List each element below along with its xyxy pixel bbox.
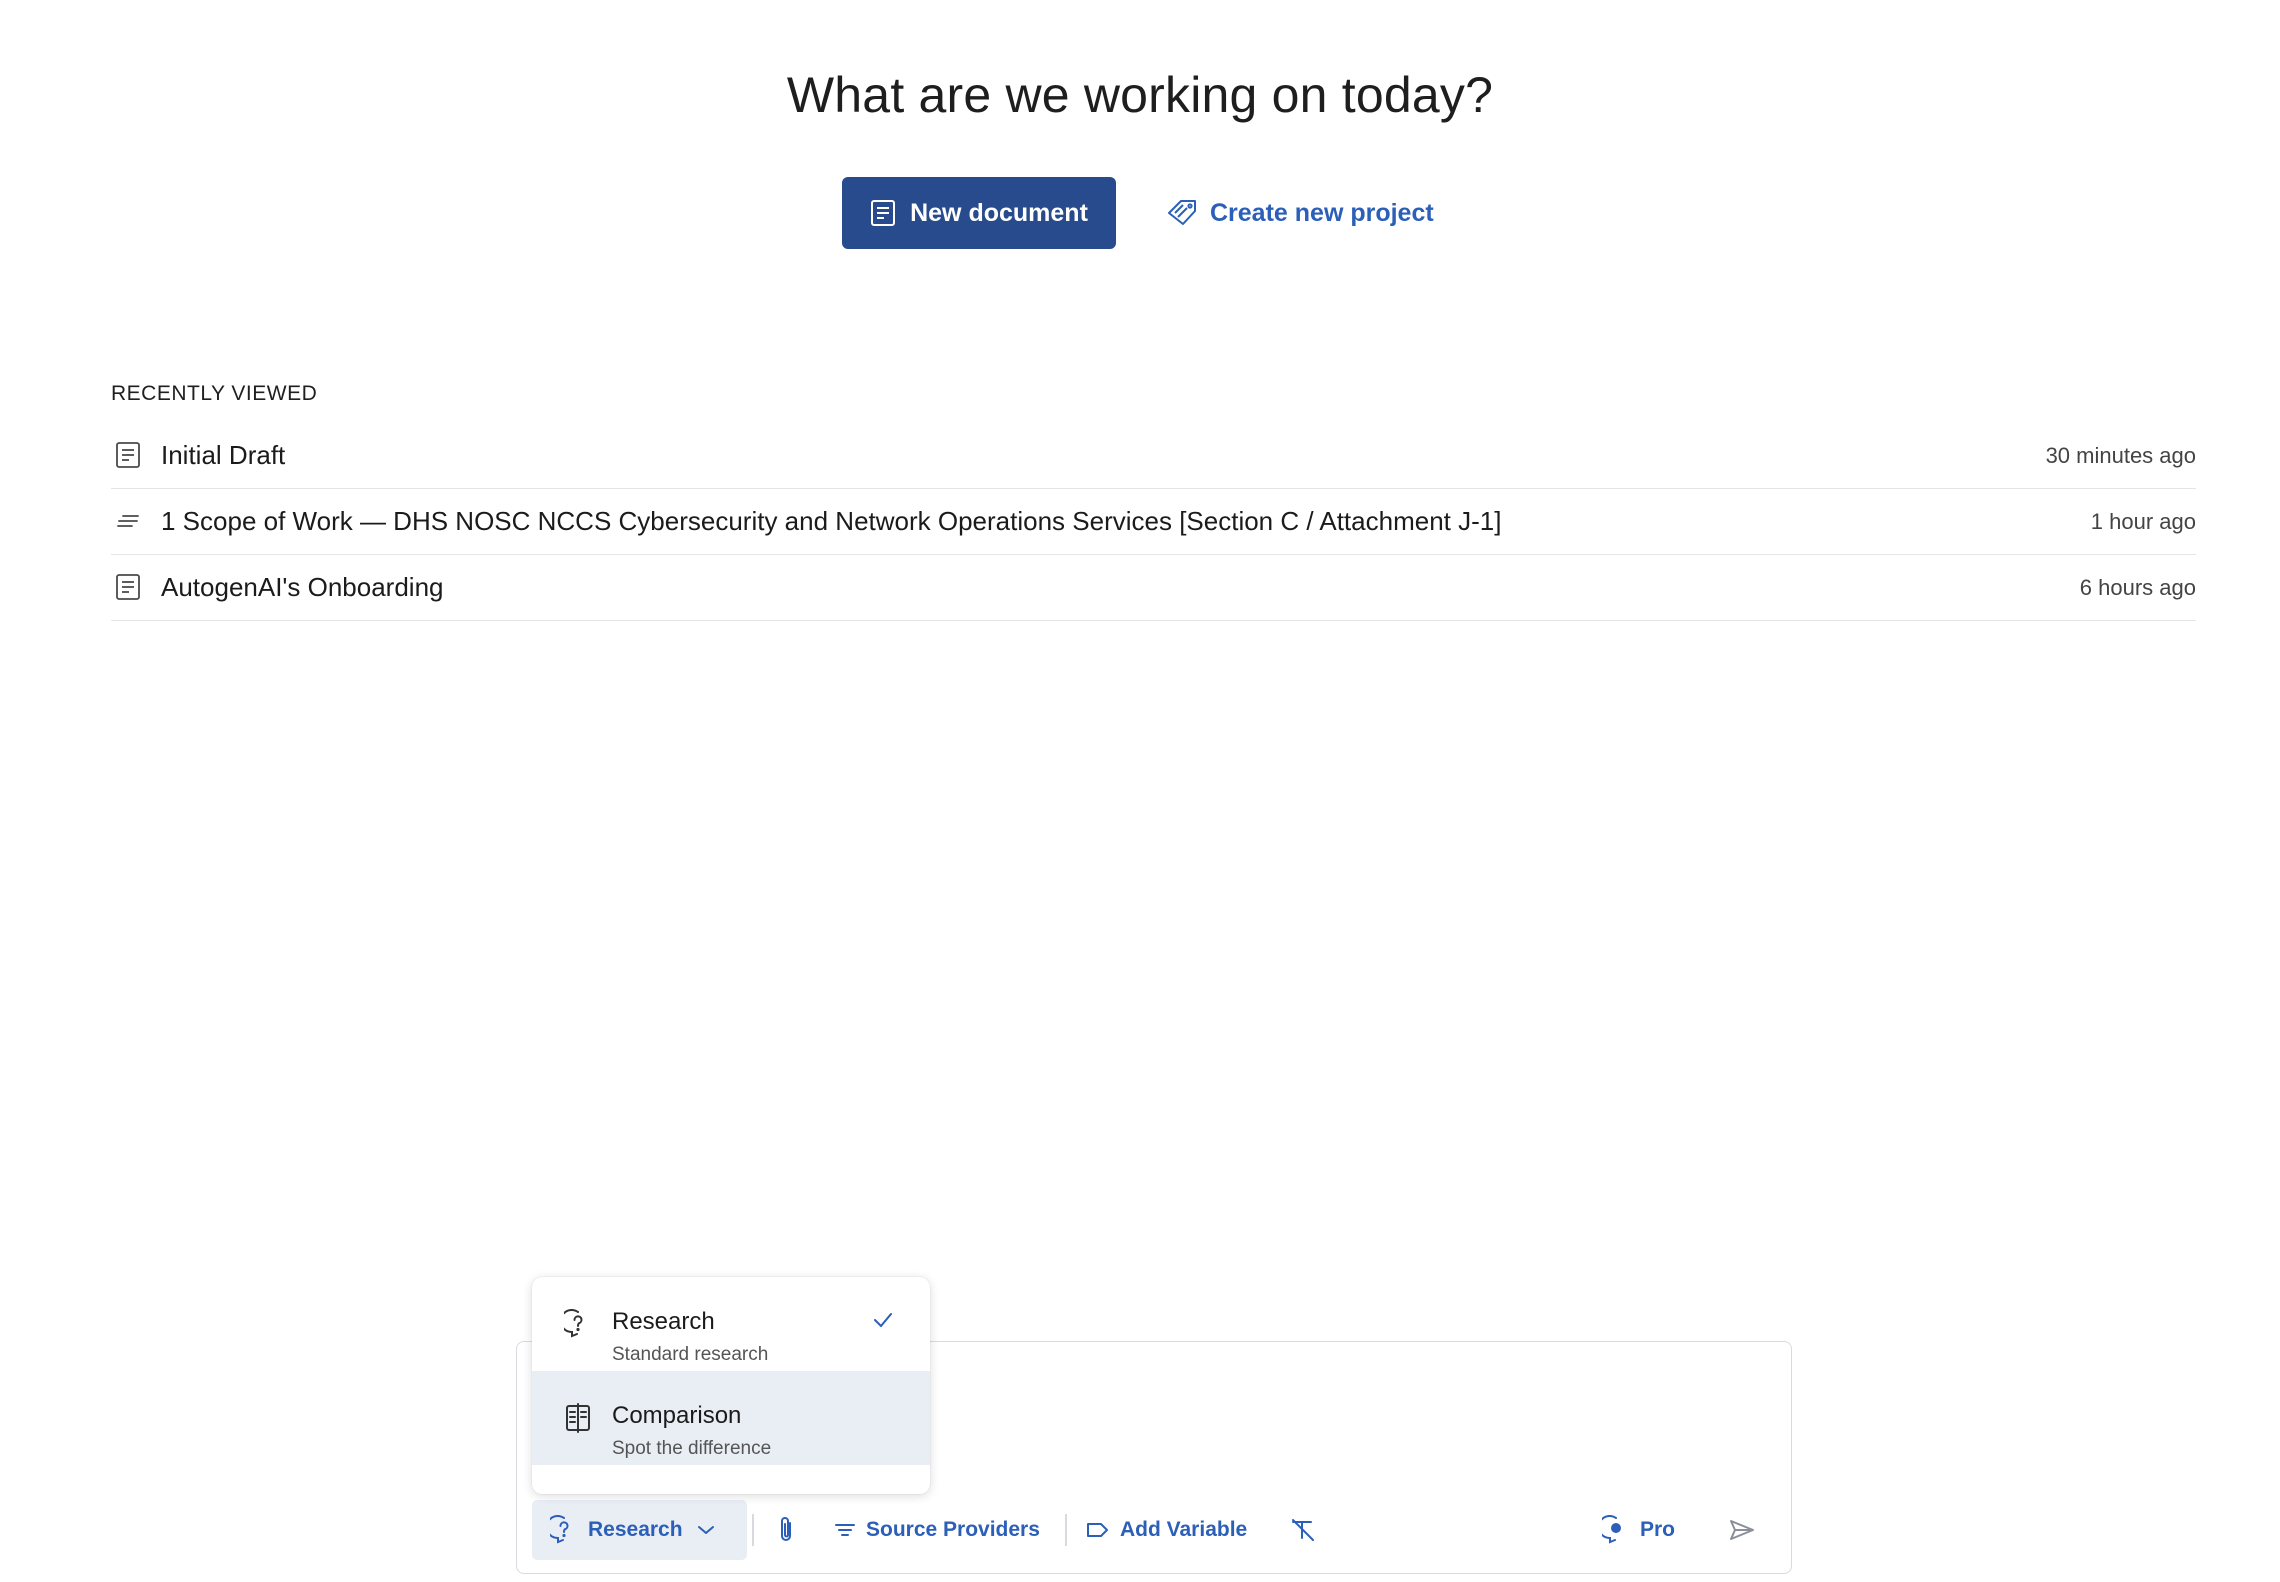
text-lines-icon xyxy=(115,507,145,537)
recent-item-time: 6 hours ago xyxy=(2079,574,2196,600)
research-question-icon xyxy=(550,1515,578,1545)
chevron-down-icon xyxy=(697,1524,715,1536)
filter-icon xyxy=(834,1520,856,1540)
document-icon xyxy=(115,573,145,603)
new-document-label: New document xyxy=(910,198,1088,227)
menu-option-research[interactable]: Research Standard research xyxy=(532,1277,930,1371)
add-variable-button[interactable]: Add Variable xyxy=(1086,1500,1247,1560)
menu-option-label: Research xyxy=(612,1308,715,1335)
pro-label: Pro xyxy=(1640,1518,1676,1541)
checkmark-icon xyxy=(872,1311,894,1329)
paperclip-icon xyxy=(776,1515,796,1545)
recent-item[interactable]: Initial Draft 30 minutes ago xyxy=(111,423,2196,489)
create-project-label: Create new project xyxy=(1210,198,1434,227)
send-button[interactable] xyxy=(1728,1500,1756,1560)
add-variable-label: Add Variable xyxy=(1120,1518,1248,1541)
new-document-button[interactable]: New document xyxy=(842,177,1116,249)
pro-mode-button[interactable]: Pro xyxy=(1602,1500,1675,1560)
recent-list: Initial Draft 30 minutes ago 1 Scope of … xyxy=(111,423,2196,621)
toolbar-divider xyxy=(1065,1514,1067,1546)
document-icon xyxy=(115,441,145,471)
menu-option-comparison[interactable]: Comparison Spot the difference xyxy=(532,1371,930,1465)
recent-item[interactable]: AutogenAI's Onboarding 6 hours ago xyxy=(111,555,2196,621)
source-providers-label: Source Providers xyxy=(866,1518,1040,1541)
attach-button[interactable] xyxy=(776,1500,796,1560)
mode-dropdown-menu: Research Standard research Comparison Sp… xyxy=(532,1277,930,1494)
page-title: What are we working on today? xyxy=(786,67,1494,123)
recent-item-title: 1 Scope of Work — DHS NOSC NCCS Cybersec… xyxy=(161,506,1502,536)
project-tag-icon xyxy=(1166,198,1198,228)
toolbar-divider xyxy=(752,1514,754,1546)
recent-item-title: AutogenAI's Onboarding xyxy=(161,572,444,602)
recently-viewed-heading: RECENTLY VIEWED xyxy=(111,382,318,405)
mode-select-label: Research xyxy=(588,1518,683,1541)
clear-format-button[interactable] xyxy=(1290,1500,1316,1560)
recent-item-time: 30 minutes ago xyxy=(2045,442,2196,468)
document-icon xyxy=(870,199,896,227)
menu-option-description: Spot the difference xyxy=(612,1438,772,1459)
research-question-icon xyxy=(564,1309,592,1339)
menu-option-description: Standard research xyxy=(612,1344,769,1365)
clear-format-icon xyxy=(1290,1518,1316,1542)
label-tag-icon xyxy=(1086,1520,1110,1540)
send-icon xyxy=(1728,1518,1756,1542)
pro-brain-icon xyxy=(1602,1515,1630,1545)
composer-toolbar: Research Source Providers Add Variable P… xyxy=(532,1500,1772,1560)
recent-item-time: 1 hour ago xyxy=(2090,508,2196,534)
compare-columns-icon xyxy=(564,1403,592,1433)
menu-option-label: Comparison xyxy=(612,1402,742,1429)
recent-item[interactable]: 1 Scope of Work — DHS NOSC NCCS Cybersec… xyxy=(111,489,2196,555)
recent-item-title: Initial Draft xyxy=(161,440,286,470)
mode-select[interactable]: Research xyxy=(532,1500,747,1560)
source-providers-button[interactable]: Source Providers xyxy=(834,1500,1040,1560)
create-project-button[interactable]: Create new project xyxy=(1166,177,1446,249)
